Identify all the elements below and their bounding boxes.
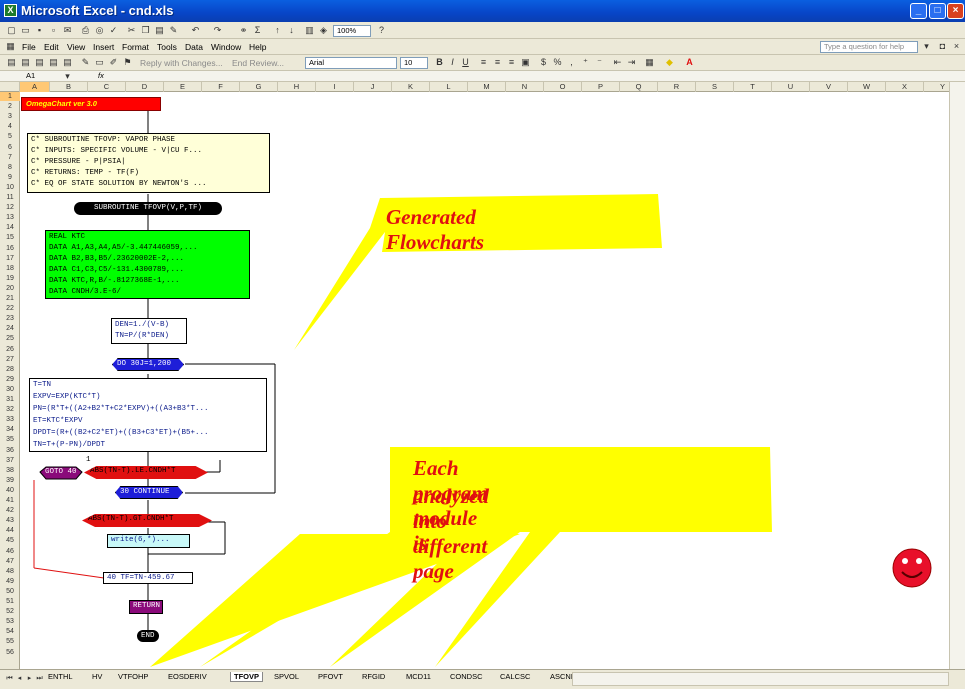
merge-center-icon[interactable]: ▣ [520,57,531,68]
worksheet[interactable]: ABCDEFGHIJKLMNOPQRSTUVWXY 1 2 3 4 5 6 7 8 9 10 11 1… [0,82,965,669]
comma-icon[interactable]: , [566,57,577,68]
minimize-button[interactable]: _ [910,3,927,19]
menu-edit[interactable]: Edit [44,42,59,52]
sheet-tab[interactable]: CONDSC [450,672,483,681]
close-button[interactable]: × [947,3,964,19]
menu-view[interactable]: View [67,42,85,52]
print-icon[interactable]: ⎙ [80,25,91,36]
review-icon-4[interactable]: ▤ [48,57,59,68]
font-name-combo[interactable]: Arial [305,57,397,69]
close-workbook-icon[interactable]: × [951,41,962,52]
chevron-down-icon[interactable]: ▾ [921,41,932,52]
sheet-tab[interactable]: RFGID [362,672,385,681]
function-icon[interactable]: fx [98,71,104,80]
name-box[interactable]: A1 [26,71,35,80]
show-comments-icon[interactable]: ▭ [94,57,105,68]
chart-wizard-icon[interactable]: ▥ [304,25,315,36]
menu-bar: ▦ File Edit View Insert Format Tools Dat… [0,39,965,55]
undo-icon[interactable]: ↶ [190,25,201,36]
autosum-icon[interactable]: Σ [252,25,263,36]
flag-icon[interactable]: ⚑ [122,57,133,68]
workbook-icon: ▦ [6,41,15,51]
ink-icon[interactable]: ✐ [108,57,119,68]
font-size-combo[interactable]: 10 [400,57,428,69]
sheet-tab[interactable]: HV [92,672,102,681]
formula-bar: A1 ▾ fx [0,71,965,82]
italic-icon[interactable]: I [447,57,458,68]
restore-icon[interactable]: ◘ [937,41,948,52]
open-icon[interactable]: ▭ [20,25,31,36]
maximize-button[interactable]: □ [929,3,946,19]
horizontal-scrollbar[interactable] [572,672,949,686]
review-icon-3[interactable]: ▤ [34,57,45,68]
smiley-face-icon [892,548,932,588]
sort-desc-icon[interactable]: ↓ [286,25,297,36]
name-box-dropdown-icon[interactable]: ▾ [62,71,73,82]
percent-icon[interactable]: % [552,57,563,68]
cut-icon[interactable]: ✂ [126,25,137,36]
menu-format[interactable]: Format [122,42,149,52]
increase-indent-icon[interactable]: ⇥ [626,57,637,68]
new-icon[interactable]: ▢ [6,25,17,36]
decrease-decimal-icon[interactable]: ⁻ [594,57,605,68]
menu-file[interactable]: File [22,42,36,52]
sheet-tab[interactable]: TFOVP [230,672,264,682]
underline-icon[interactable]: U [460,57,471,68]
redo-icon[interactable]: ↷ [212,25,223,36]
menu-data[interactable]: Data [185,42,203,52]
menu-tools[interactable]: Tools [157,42,177,52]
sort-asc-icon[interactable]: ↑ [272,25,283,36]
zoom-combo[interactable]: 100% [333,25,371,37]
excel-window: X Microsoft Excel - cnd.xls _ □ × ▢ ▭ ▪ … [0,0,965,689]
font-color-icon[interactable]: A [684,57,695,68]
save-icon[interactable]: ▪ [34,25,45,36]
last-sheet-icon[interactable]: ⏭ [34,673,45,684]
help-question-input[interactable]: Type a question for help [820,41,918,53]
paste-icon[interactable]: ▤ [154,25,165,36]
sheet-tab[interactable]: SPVOL [274,672,299,681]
menu-insert[interactable]: Insert [93,42,114,52]
menu-window[interactable]: Window [211,42,241,52]
window-title: Microsoft Excel - cnd.xls [21,3,174,18]
align-left-icon[interactable]: ≡ [478,57,489,68]
sheet-tab[interactable]: PFOVT [318,672,343,681]
review-icon-5[interactable]: ▤ [62,57,73,68]
title-bar: X Microsoft Excel - cnd.xls _ □ × [0,0,965,22]
borders-icon[interactable]: ▦ [644,57,655,68]
align-center-icon[interactable]: ≡ [492,57,503,68]
reply-with-changes[interactable]: Reply with Changes... [140,58,223,68]
currency-icon[interactable]: $ [538,57,549,68]
callout-generated-flowcharts: Generated Flowcharts [386,205,485,254]
email-icon[interactable]: ✉ [62,25,73,36]
sheet-tab[interactable]: MCD11 [406,672,431,681]
permission-icon[interactable]: ▫ [48,25,59,36]
vertical-scrollbar[interactable] [949,82,965,669]
formatting-toolbar: ▤ ▤ ▤ ▤ ▤ ✎ ▭ ✐ ⚑ Reply with Changes... … [0,55,965,71]
bold-icon[interactable]: B [434,57,445,68]
callout-line-2: analyzed into different page [413,484,489,583]
standard-toolbar: ▢ ▭ ▪ ▫ ✉ ⎙ ◎ ✓ ✂ ❐ ▤ ✎ ↶ ↷ ⚭ Σ ↑ ↓ ▥ ◈ … [0,22,965,39]
excel-icon: X [4,4,17,17]
help-icon[interactable]: ? [376,25,387,36]
sheet-tab[interactable]: VTFOHP [118,672,148,681]
menu-help[interactable]: Help [249,42,266,52]
fill-color-icon[interactable]: ◆ [664,57,675,68]
decrease-indent-icon[interactable]: ⇤ [612,57,623,68]
spelling-icon[interactable]: ✓ [108,25,119,36]
comment-icon[interactable]: ✎ [80,57,91,68]
hyperlink-icon[interactable]: ⚭ [238,25,249,36]
end-review[interactable]: End Review... [232,58,284,68]
review-icon[interactable]: ▤ [6,57,17,68]
sheet-tab[interactable]: ENTHL [48,672,73,681]
increase-decimal-icon[interactable]: ⁺ [580,57,591,68]
copy-icon[interactable]: ❐ [140,25,151,36]
print-preview-icon[interactable]: ◎ [94,25,105,36]
drawing-icon[interactable]: ◈ [318,25,329,36]
review-icon-2[interactable]: ▤ [20,57,31,68]
sheet-tab[interactable]: EOSDERIV [168,672,207,681]
format-painter-icon[interactable]: ✎ [168,25,179,36]
sheet-tab[interactable]: CALCSC [500,672,530,681]
align-right-icon[interactable]: ≡ [506,57,517,68]
